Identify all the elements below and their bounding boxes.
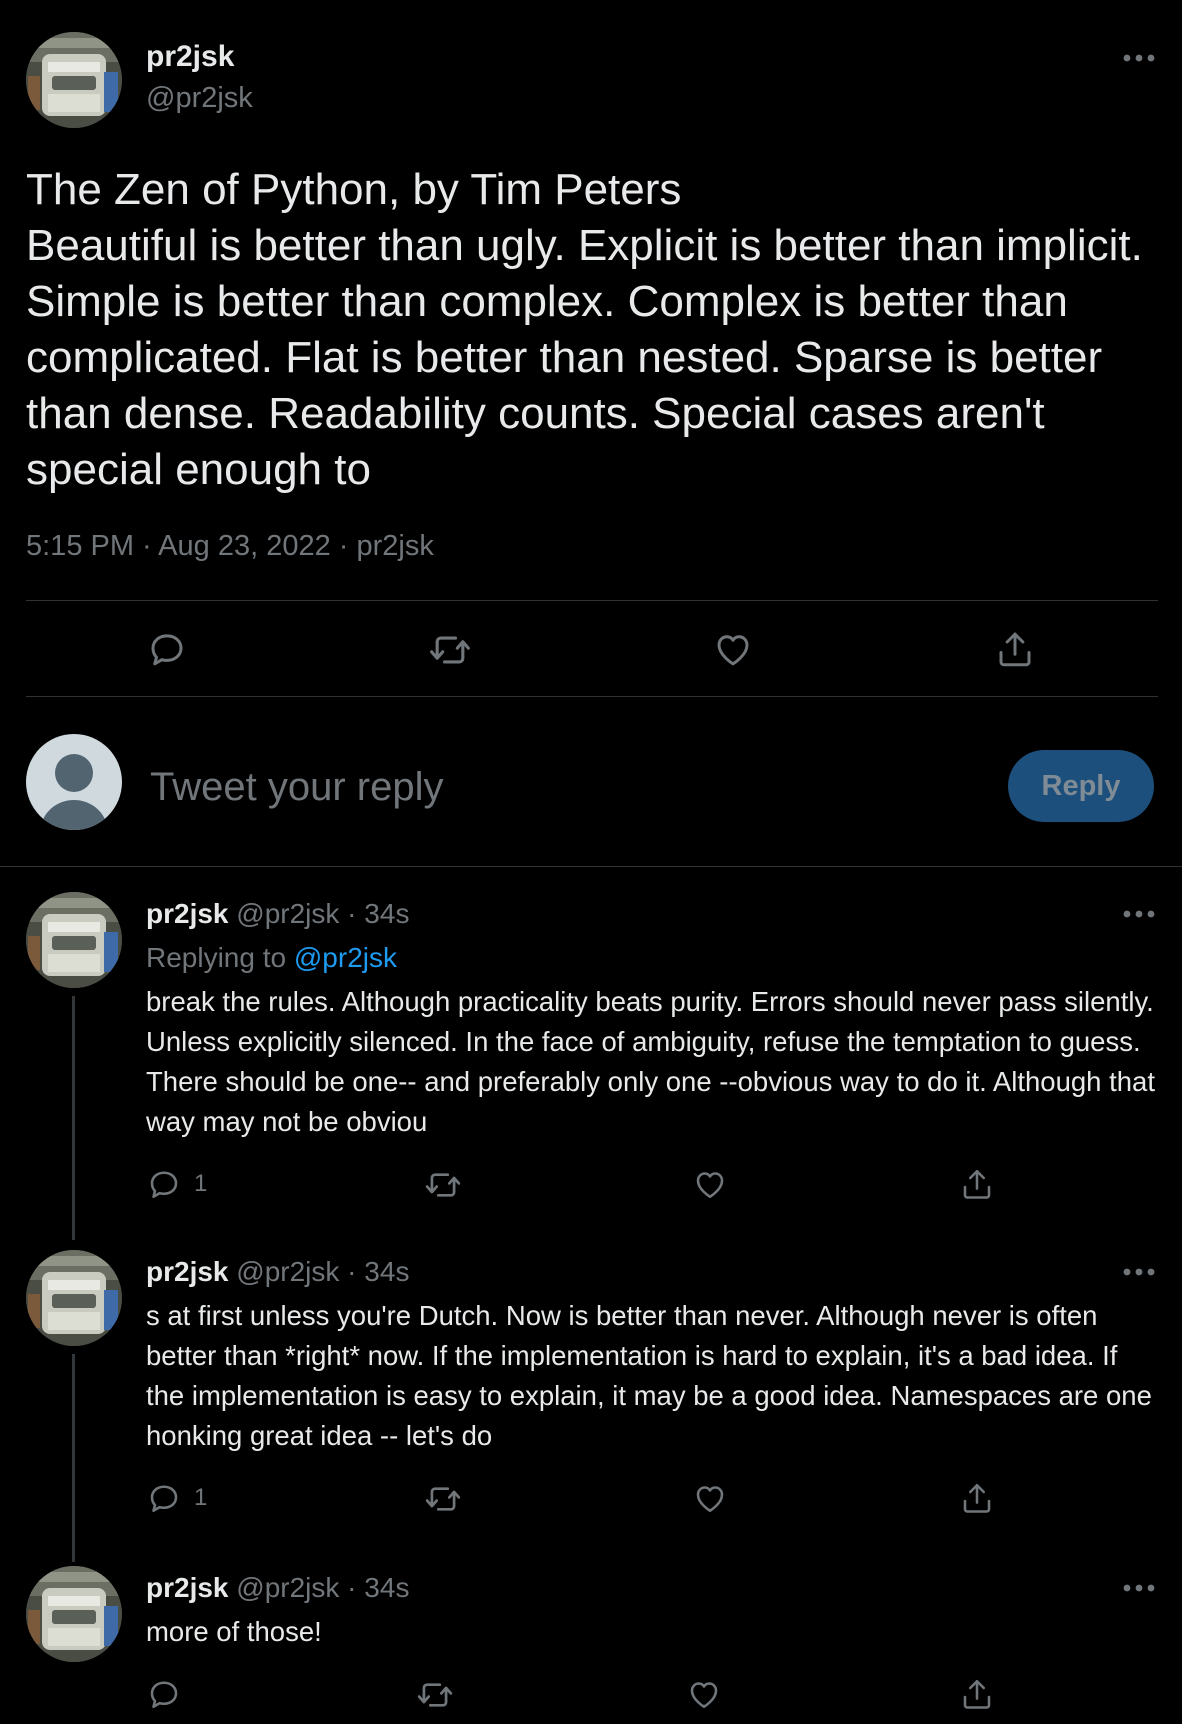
reply-time[interactable]: 34s — [364, 898, 409, 929]
divider — [26, 600, 1158, 601]
retweet-icon — [424, 1166, 462, 1204]
reply-display-name[interactable]: pr2jsk — [146, 898, 229, 929]
like-icon — [692, 1166, 728, 1202]
divider — [26, 696, 1158, 697]
share-button[interactable] — [959, 1480, 995, 1516]
divider — [0, 866, 1182, 867]
current-user-avatar[interactable] — [26, 734, 122, 830]
reply-icon — [146, 1676, 182, 1712]
share-button[interactable] — [959, 1676, 995, 1712]
reply-header: pr2jsk @pr2jsk · 34s — [146, 898, 409, 930]
reply-handle[interactable]: @pr2jsk — [236, 1572, 339, 1603]
reply-time[interactable]: 34s — [364, 1572, 409, 1603]
meta-separator: · — [330, 530, 357, 562]
replying-to: Replying to @pr2jsk — [146, 942, 397, 974]
tweet-text: The Zen of Python, by Tim Peters Beautif… — [26, 165, 1143, 494]
reply-display-name[interactable]: pr2jsk — [146, 1572, 229, 1603]
reply-input[interactable] — [148, 756, 852, 818]
reply-text: break the rules. Although practicality b… — [146, 986, 1155, 1137]
reply-text: more of those! — [146, 1616, 322, 1647]
retweet-button[interactable] — [424, 1480, 462, 1518]
like-icon — [712, 628, 754, 670]
share-icon — [959, 1676, 995, 1712]
reply-button[interactable]: 1 — [146, 1480, 207, 1516]
more-options-icon[interactable] — [1121, 1265, 1157, 1277]
reply-handle[interactable]: @pr2jsk — [236, 1256, 339, 1287]
reply-avatar[interactable] — [26, 1250, 122, 1346]
tweet-date[interactable]: Aug 23, 2022 — [158, 530, 331, 562]
share-button[interactable] — [959, 1166, 995, 1202]
retweet-button[interactable] — [424, 1166, 462, 1204]
thread-line — [72, 1354, 75, 1562]
more-options-icon[interactable] — [1121, 907, 1157, 919]
more-options-icon[interactable] — [1121, 1581, 1157, 1593]
reply-display-name[interactable]: pr2jsk — [146, 1256, 229, 1287]
author-display-name[interactable]: pr2jsk — [146, 40, 234, 74]
like-icon — [686, 1676, 722, 1712]
retweet-icon — [424, 1480, 462, 1518]
reply-header: pr2jsk @pr2jsk · 34s — [146, 1256, 409, 1288]
reply-text: s at first unless you're Dutch. Now is b… — [146, 1300, 1152, 1451]
reply-icon — [146, 1480, 182, 1516]
reply-button[interactable] — [146, 628, 188, 670]
like-button[interactable] — [692, 1480, 728, 1516]
reply-header: pr2jsk @pr2jsk · 34s — [146, 1572, 409, 1604]
reply-button[interactable]: 1 — [146, 1166, 207, 1202]
reply-icon — [146, 1166, 182, 1202]
retweet-button[interactable] — [416, 1676, 454, 1714]
like-button[interactable] — [686, 1676, 722, 1712]
retweet-button[interactable] — [428, 628, 472, 672]
thread-line — [72, 996, 75, 1240]
retweet-icon — [428, 628, 472, 672]
share-icon — [959, 1166, 995, 1202]
more-options-icon[interactable] — [1121, 51, 1157, 63]
reply-count: 1 — [194, 1484, 208, 1511]
like-button[interactable] — [692, 1166, 728, 1202]
share-button[interactable] — [994, 628, 1036, 670]
replying-to-mention[interactable]: @pr2jsk — [294, 942, 397, 973]
tweet-time[interactable]: 5:15 PM — [26, 530, 134, 562]
meta-separator: · — [339, 898, 365, 929]
tweet-meta: 5:15 PM · Aug 23, 2022 · pr2jsk — [26, 530, 434, 563]
reply-time[interactable]: 34s — [364, 1256, 409, 1287]
replying-to-label: Replying to — [146, 942, 287, 973]
reply-avatar[interactable] — [26, 892, 122, 988]
reply-avatar[interactable] — [26, 1566, 122, 1662]
reply-button[interactable] — [146, 1676, 182, 1712]
like-button[interactable] — [712, 628, 754, 670]
reply-icon — [146, 628, 188, 670]
reply-submit-button[interactable]: Reply — [1008, 750, 1154, 822]
share-icon — [994, 628, 1036, 670]
retweet-icon — [416, 1676, 454, 1714]
share-icon — [959, 1480, 995, 1516]
meta-separator: · — [134, 530, 159, 562]
author-avatar[interactable] — [26, 32, 122, 128]
tweet-source[interactable]: pr2jsk — [357, 530, 434, 562]
reply-handle[interactable]: @pr2jsk — [236, 898, 339, 929]
like-icon — [692, 1480, 728, 1516]
meta-separator: · — [339, 1572, 365, 1603]
reply-count: 1 — [194, 1170, 208, 1197]
author-handle[interactable]: @pr2jsk — [146, 82, 253, 115]
meta-separator: · — [339, 1256, 365, 1287]
